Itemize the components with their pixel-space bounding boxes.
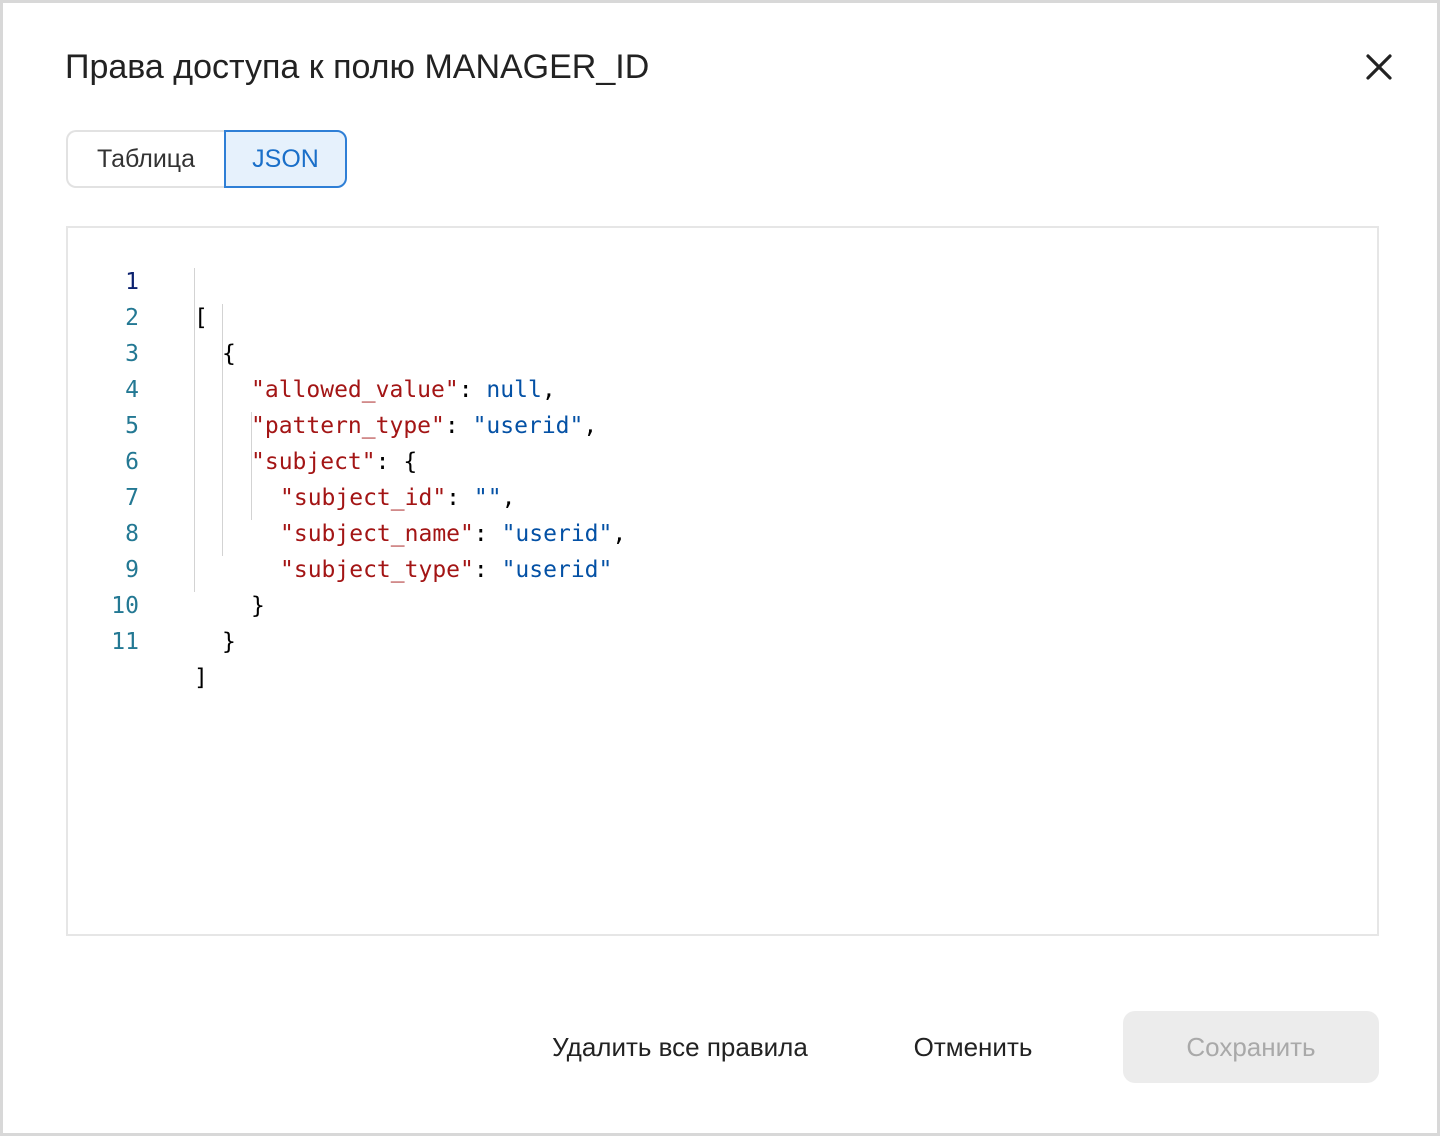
code-line: 5 "subject": { [68, 372, 1377, 475]
code-line: 2 { [68, 264, 1377, 367]
save-button[interactable]: Сохранить [1123, 1011, 1379, 1083]
code-text: } [222, 629, 236, 655]
close-button[interactable] [1359, 47, 1399, 87]
line-number: 11 [111, 629, 139, 655]
code-line: 8 "subject_type": "userid" [68, 480, 1377, 583]
json-editor[interactable]: 1 [ 2 { 3 "allowed_value": null, 4 "patt… [66, 226, 1379, 936]
code-line: 1 [ [68, 228, 1377, 331]
close-icon [1366, 54, 1392, 80]
access-rights-dialog: Права доступа к полю MANAGER_ID Таблица … [0, 0, 1440, 1136]
cancel-button[interactable]: Отменить [883, 1011, 1063, 1083]
code-line: 3 "allowed_value": null, [68, 300, 1377, 403]
code-line: 4 "pattern_type": "userid", [68, 336, 1377, 439]
delete-all-rules-button[interactable]: Удалить все правила [523, 1011, 837, 1083]
code-line: 9 } [68, 516, 1377, 619]
code-line: 10 } [68, 552, 1377, 655]
tab-json[interactable]: JSON [224, 130, 347, 188]
tab-table[interactable]: Таблица [66, 130, 224, 188]
code-line: 7 "subject_name": "userid", [68, 444, 1377, 547]
view-mode-switch: Таблица JSON [66, 130, 347, 188]
code-line: 11 ] [68, 588, 1377, 691]
code-line: 6 "subject_id": "", [68, 408, 1377, 511]
dialog-title: Права доступа к полю MANAGER_ID [65, 48, 650, 86]
code-text: ] [194, 665, 208, 691]
